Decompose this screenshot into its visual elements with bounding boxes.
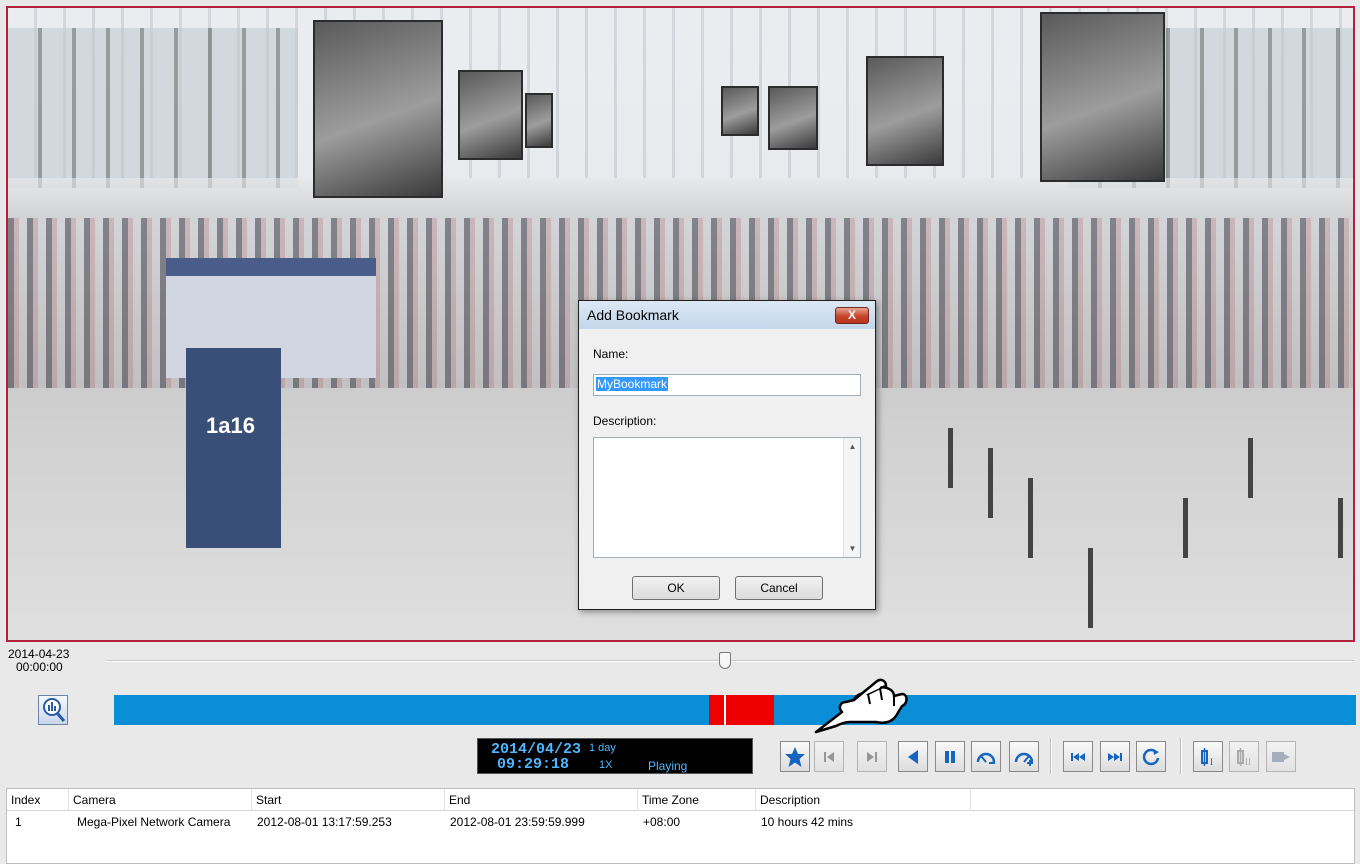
previous-segment-button[interactable] — [1063, 741, 1093, 772]
cell-end: 2012-08-01 23:59:59.999 — [450, 815, 585, 829]
export-video-icon — [1272, 751, 1290, 762]
status-time: 09:29:18 — [497, 756, 570, 773]
video-scene-window-left — [8, 28, 298, 188]
cell-description: 10 hours 42 mins — [761, 815, 854, 829]
video-billboard — [525, 93, 553, 148]
bookmark-name-value: MyBookmark — [596, 377, 669, 391]
video-queue-post — [1338, 498, 1343, 558]
column-header-start[interactable]: Start — [252, 789, 445, 811]
close-icon: X — [847, 308, 856, 322]
play-backward-button[interactable] — [898, 741, 928, 772]
bookmark-button[interactable] — [780, 741, 810, 772]
play-backward-icon — [908, 749, 918, 764]
magnifier-chart-icon — [43, 698, 66, 722]
video-queue-post — [1248, 438, 1253, 498]
recording-timeline-bar[interactable] — [114, 695, 1356, 725]
skip-forward-icon — [1108, 752, 1122, 761]
cell-start: 2012-08-01 13:17:59.253 — [257, 815, 392, 829]
video-billboard — [721, 86, 759, 136]
description-label: Description: — [593, 414, 657, 428]
timeline-marker — [724, 695, 726, 725]
mark-out-icon: II — [1237, 747, 1251, 767]
speed-up-button[interactable] — [1009, 741, 1039, 772]
cell-camera: Mega-Pixel Network Camera — [77, 815, 231, 829]
toolbar-separator — [1180, 738, 1182, 774]
video-queue-post — [1183, 498, 1188, 558]
toolbar-separator — [1050, 738, 1052, 774]
cell-time-zone: +08:00 — [643, 815, 681, 829]
prev-frame-icon — [824, 751, 834, 762]
skip-back-icon — [1071, 752, 1085, 761]
bookmark-table: Index Camera Start End Time Zone Descrip… — [6, 788, 1355, 864]
timeline-start-time: 00:00:00 — [16, 660, 63, 674]
repeat-icon — [1142, 748, 1160, 765]
scroll-down-icon[interactable]: ▼ — [844, 540, 861, 557]
video-billboard — [458, 70, 523, 160]
video-queue-post — [948, 428, 953, 488]
add-bookmark-dialog: Add Bookmark X Name: MyBookmark Descript… — [578, 300, 876, 610]
previous-frame-button[interactable] — [814, 741, 844, 772]
svg-text:I: I — [1210, 757, 1213, 767]
mark-in-icon: I — [1201, 747, 1213, 767]
playback-status-display: 2014/04/23 09:29:18 1 day 1X Playing — [477, 738, 753, 774]
video-scene-sign: 1a16 — [186, 348, 281, 548]
repeat-button[interactable] — [1136, 741, 1166, 772]
timeline-slider-thumb[interactable] — [719, 652, 731, 669]
video-queue-post — [988, 448, 993, 518]
next-segment-button[interactable] — [1100, 741, 1130, 772]
video-billboard — [1040, 12, 1165, 182]
slow-down-button[interactable] — [971, 741, 1001, 772]
column-header-camera[interactable]: Camera — [69, 789, 252, 811]
next-frame-icon — [867, 751, 877, 762]
pause-icon — [945, 750, 955, 763]
scroll-up-icon[interactable]: ▲ — [844, 438, 861, 455]
next-frame-button[interactable] — [857, 741, 887, 772]
mark-in-button[interactable]: I — [1193, 741, 1223, 772]
table-header: Index Camera Start End Time Zone Descrip… — [7, 789, 1354, 811]
column-header-description[interactable]: Description — [756, 789, 971, 811]
recorded-segment[interactable] — [709, 695, 774, 725]
mark-out-button[interactable]: II — [1229, 741, 1259, 772]
status-speed: 1X — [599, 759, 613, 771]
video-queue-post — [1028, 478, 1033, 558]
dialog-title: Add Bookmark — [587, 307, 679, 323]
speed-down-icon — [976, 752, 996, 764]
column-header-end[interactable]: End — [445, 789, 638, 811]
video-queue-post — [1088, 548, 1093, 628]
ok-button[interactable]: OK — [632, 576, 720, 600]
column-header-index[interactable]: Index — [7, 789, 69, 811]
column-header-time-zone[interactable]: Time Zone — [638, 789, 756, 811]
pointing-hand-cursor-icon — [814, 678, 908, 734]
video-sign-number: 1a16 — [206, 413, 255, 438]
timeline-start-label: 2014-04-23 00:00:00 — [8, 648, 69, 674]
status-state: Playing — [648, 759, 688, 773]
dialog-titlebar[interactable]: Add Bookmark — [579, 301, 875, 329]
bookmark-name-input[interactable]: MyBookmark — [593, 374, 861, 396]
cell-index: 1 — [15, 815, 22, 829]
video-scene-strip — [8, 178, 1353, 218]
video-billboard — [768, 86, 818, 150]
pause-button[interactable] — [935, 741, 965, 772]
cancel-button[interactable]: Cancel — [735, 576, 823, 600]
video-billboard — [313, 20, 443, 198]
bookmark-description-textarea[interactable]: ▲ ▼ — [593, 437, 861, 558]
nvr-playback-window: 1a16 Add Bookmark X Name: MyBookmark Des… — [0, 0, 1360, 864]
export-button[interactable] — [1266, 741, 1296, 772]
dialog-close-button[interactable]: X — [835, 307, 869, 324]
description-scrollbar[interactable]: ▲ ▼ — [843, 438, 860, 557]
name-label: Name: — [593, 347, 629, 361]
status-range: 1 day — [589, 742, 616, 754]
star-icon — [785, 746, 805, 767]
table-row[interactable]: 1 Mega-Pixel Network Camera 2012-08-01 1… — [7, 811, 1354, 833]
video-billboard — [866, 56, 944, 166]
speed-up-icon — [1014, 752, 1034, 766]
zoom-timeline-button[interactable] — [38, 695, 68, 725]
svg-text:II: II — [1245, 757, 1251, 767]
